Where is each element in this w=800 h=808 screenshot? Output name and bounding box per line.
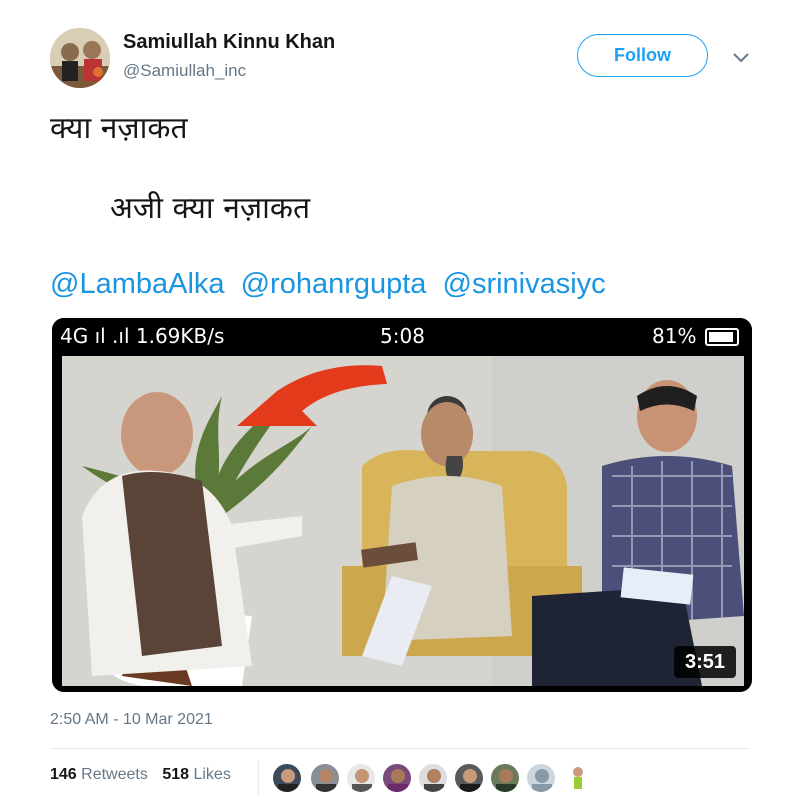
tweet-text-line-1: क्या नज़ाकत — [50, 111, 188, 146]
phone-status-bar: 4G ıl .ıl 1.69KB/s 5:08 81% — [52, 318, 752, 356]
tweet-timestamp[interactable]: 2:50 AM - 10 Mar 2021 — [50, 711, 213, 729]
retweets-count: 146 — [50, 766, 77, 783]
tweet-stats: 146 Retweets 518 Likes — [50, 766, 241, 784]
liker-avatar[interactable] — [382, 763, 412, 793]
likes-label: Likes — [193, 766, 231, 783]
follow-button[interactable]: Follow — [577, 34, 708, 77]
divider — [50, 748, 750, 749]
retweets-stat[interactable]: 146 Retweets — [50, 766, 148, 783]
stats-divider — [258, 760, 259, 796]
liker-avatar[interactable] — [418, 763, 448, 793]
mention-link[interactable]: @LambaAlka — [50, 268, 225, 300]
mention-link[interactable]: @rohanrgupta — [241, 268, 427, 300]
liker-avatar[interactable] — [562, 763, 592, 793]
chevron-down-icon[interactable] — [730, 46, 752, 68]
retweets-label: Retweets — [81, 766, 148, 783]
mention-link[interactable]: @srinivasiyc — [443, 268, 606, 300]
liker-avatar[interactable] — [526, 763, 556, 793]
liker-avatar[interactable] — [272, 763, 302, 793]
status-time: 5:08 — [380, 324, 425, 348]
battery-icon — [705, 328, 739, 346]
signal-status-text: 4G ıl .ıl 1.69KB/s — [60, 324, 225, 348]
tweet-media-image[interactable]: 4G ıl .ıl 1.69KB/s 5:08 81% 3:51 — [52, 318, 752, 692]
tweet-mentions: @LambaAlka @rohanrgupta @srinivasiyc — [50, 268, 614, 301]
liker-avatar[interactable] — [346, 763, 376, 793]
author-handle[interactable]: @Samiullah_inc — [123, 61, 246, 81]
tweet-text-line-2: अजी क्या नज़ाकत — [110, 191, 311, 226]
tweet-card: Samiullah Kinnu Khan @Samiullah_inc Foll… — [0, 0, 800, 808]
likes-stat[interactable]: 518 Likes — [162, 766, 231, 783]
liker-avatar[interactable] — [454, 763, 484, 793]
likes-count: 518 — [162, 766, 190, 783]
liker-avatar[interactable] — [310, 763, 340, 793]
video-frame-photo — [62, 356, 744, 686]
author-name[interactable]: Samiullah Kinnu Khan — [123, 31, 335, 54]
video-duration-badge: 3:51 — [674, 646, 736, 678]
liker-avatar[interactable] — [490, 763, 520, 793]
author-avatar[interactable] — [50, 28, 110, 88]
battery-percent: 81% — [652, 324, 697, 348]
